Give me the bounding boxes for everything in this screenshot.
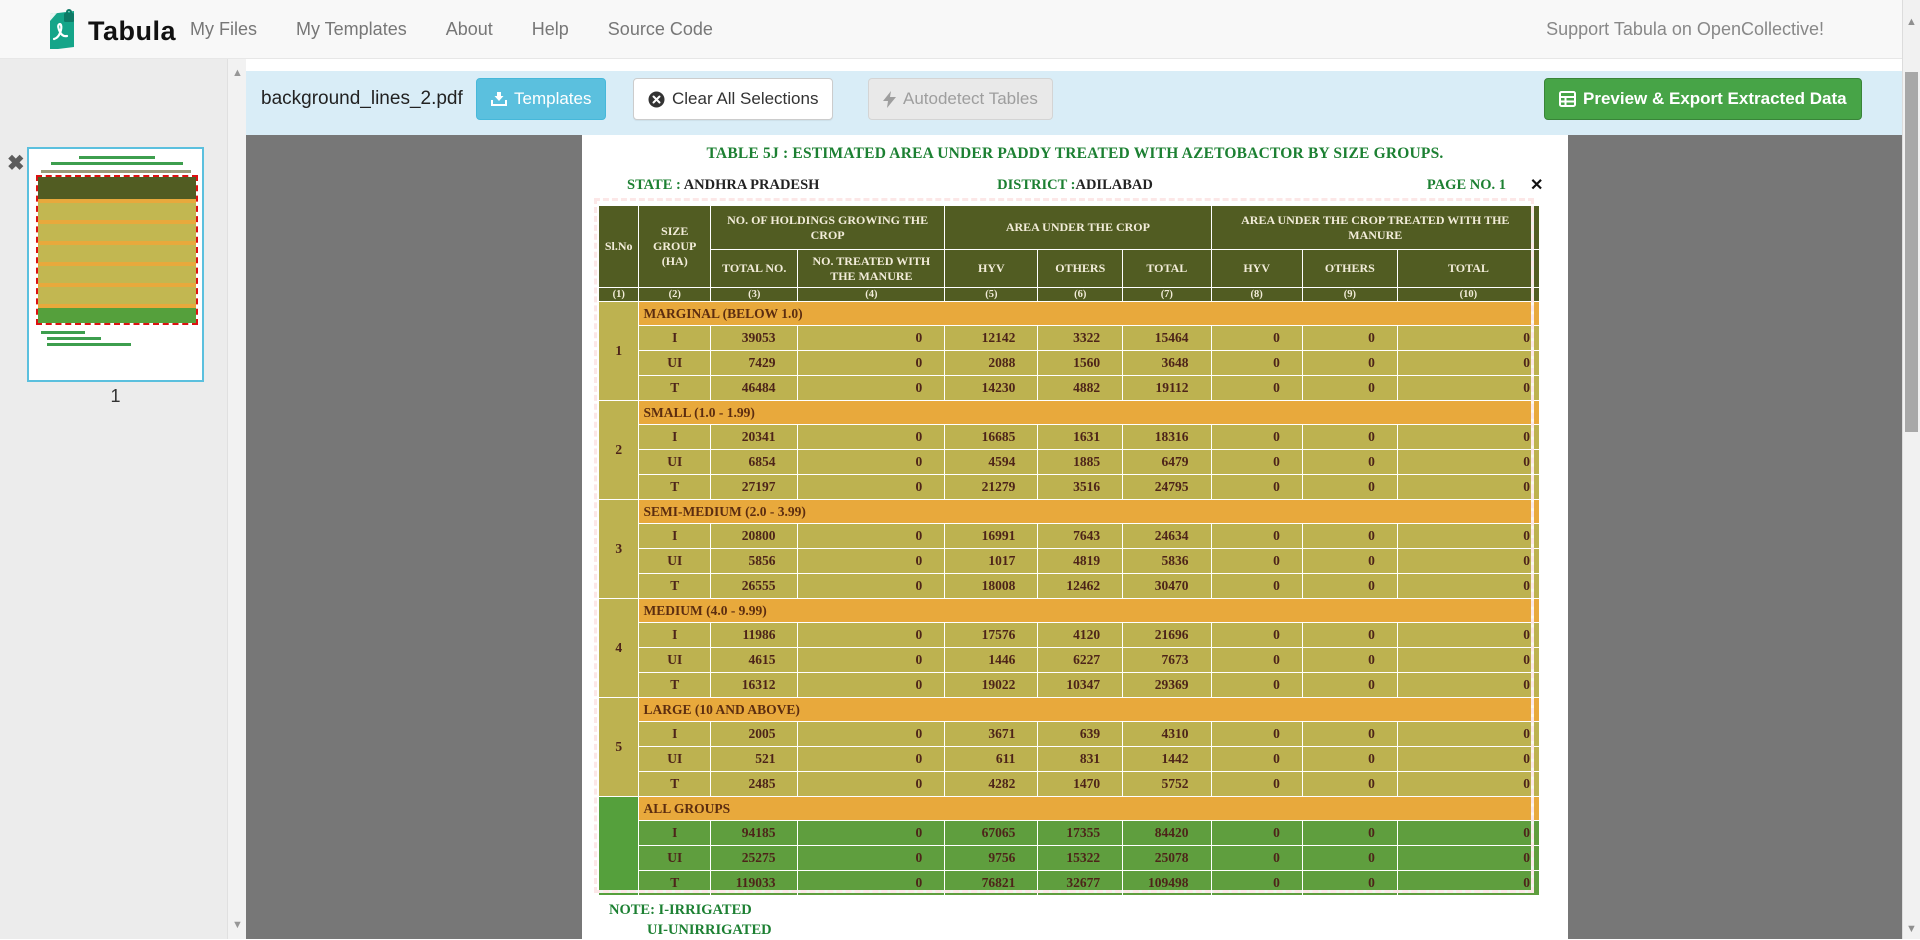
note-line-2: UI-UNIRRIGATED bbox=[647, 921, 772, 940]
thumbnail-note-line bbox=[47, 343, 131, 346]
district-label: DISTRICT : bbox=[997, 177, 1075, 193]
filename-label: background_lines_2.pdf bbox=[261, 71, 463, 127]
templates-button-label: Templates bbox=[514, 89, 591, 109]
lightning-icon bbox=[883, 91, 896, 108]
selection-close-icon[interactable]: ✕ bbox=[1530, 175, 1543, 195]
brand[interactable]: Tabula bbox=[44, 9, 176, 54]
clear-all-selections-button[interactable]: Clear All Selections bbox=[633, 78, 833, 120]
export-button-label: Preview & Export Extracted Data bbox=[1583, 89, 1847, 109]
nav-link-about[interactable]: About bbox=[446, 19, 493, 40]
tabula-logo-icon bbox=[44, 9, 78, 54]
page-number-label: 1 bbox=[27, 386, 204, 407]
nav-link-help[interactable]: Help bbox=[532, 19, 569, 40]
district-field: DISTRICT :ADILABAD bbox=[582, 177, 1568, 194]
pdf-table-title: TABLE 5J : ESTIMATED AREA UNDER PADDY TR… bbox=[582, 145, 1568, 163]
nav-links: My Files My Templates About Help Source Code bbox=[190, 0, 713, 59]
scroll-up-icon[interactable]: ▲ bbox=[228, 65, 247, 81]
page-thumbnails-sidebar: ✖ 1 ▲ ▼ bbox=[0, 59, 246, 939]
brand-title: Tabula bbox=[88, 16, 176, 47]
scroll-down-icon[interactable]: ▼ bbox=[1903, 923, 1920, 935]
toolbar: background_lines_2.pdf Templates Clear A… bbox=[246, 71, 1902, 135]
district-value: ADILABAD bbox=[1075, 177, 1152, 193]
thumbnail-title-line bbox=[79, 156, 155, 159]
document-viewer: TABLE 5J : ESTIMATED AREA UNDER PADDY TR… bbox=[246, 135, 1902, 939]
sidebar-scrollbar[interactable]: ▲ ▼ bbox=[227, 59, 246, 939]
thumbnail-meta-line bbox=[41, 170, 191, 173]
pdf-meta-row: STATE : ANDHRA PRADESH DISTRICT :ADILABA… bbox=[582, 177, 1568, 197]
autodetect-tables-button[interactable]: Autodetect Tables bbox=[868, 78, 1053, 120]
table-selection-overlay[interactable] bbox=[594, 198, 1534, 893]
save-template-icon bbox=[491, 91, 507, 107]
thumbnail-table-body bbox=[38, 199, 196, 304]
autodetect-button-label: Autodetect Tables bbox=[903, 89, 1038, 109]
thumbnail-table bbox=[38, 177, 196, 323]
pdf-page[interactable]: TABLE 5J : ESTIMATED AREA UNDER PADDY TR… bbox=[582, 135, 1568, 939]
page-thumbnail[interactable] bbox=[27, 147, 204, 382]
scrollbar-thumb[interactable] bbox=[1905, 72, 1918, 432]
top-navbar: Tabula My Files My Templates About Help Sour… bbox=[0, 0, 1920, 59]
thumbnail-table-header bbox=[38, 177, 196, 199]
thumbnail-note-line bbox=[47, 337, 101, 340]
remove-circle-icon bbox=[648, 91, 665, 108]
nav-link-my-files[interactable]: My Files bbox=[190, 19, 257, 40]
pdf-note: NOTE: I-IRRIGATED UI-UNIRRIGATED bbox=[609, 901, 772, 940]
preview-export-button[interactable]: Preview & Export Extracted Data bbox=[1544, 78, 1862, 120]
nav-link-source-code[interactable]: Source Code bbox=[608, 19, 713, 40]
scroll-down-icon[interactable]: ▼ bbox=[228, 917, 247, 933]
page-no-label: PAGE NO. 1 bbox=[1427, 177, 1506, 194]
thumbnail-note-line bbox=[41, 331, 85, 334]
note-line-1: NOTE: I-IRRIGATED bbox=[609, 901, 772, 921]
scroll-up-icon[interactable]: ▲ bbox=[1903, 16, 1920, 28]
thumbnail-subtitle-line bbox=[51, 162, 183, 165]
templates-button[interactable]: Templates bbox=[476, 78, 606, 120]
nav-link-my-templates[interactable]: My Templates bbox=[296, 19, 407, 40]
clear-button-label: Clear All Selections bbox=[672, 89, 818, 109]
window-scrollbar[interactable]: ▲ ▼ bbox=[1902, 0, 1920, 939]
spreadsheet-icon bbox=[1559, 91, 1576, 107]
remove-page-icon[interactable]: ✖ bbox=[7, 154, 25, 174]
support-link[interactable]: Support Tabula on OpenCollective! bbox=[1546, 0, 1824, 59]
thumbnail-table-allgroups bbox=[38, 304, 196, 323]
toolbar-gap bbox=[246, 59, 1902, 71]
